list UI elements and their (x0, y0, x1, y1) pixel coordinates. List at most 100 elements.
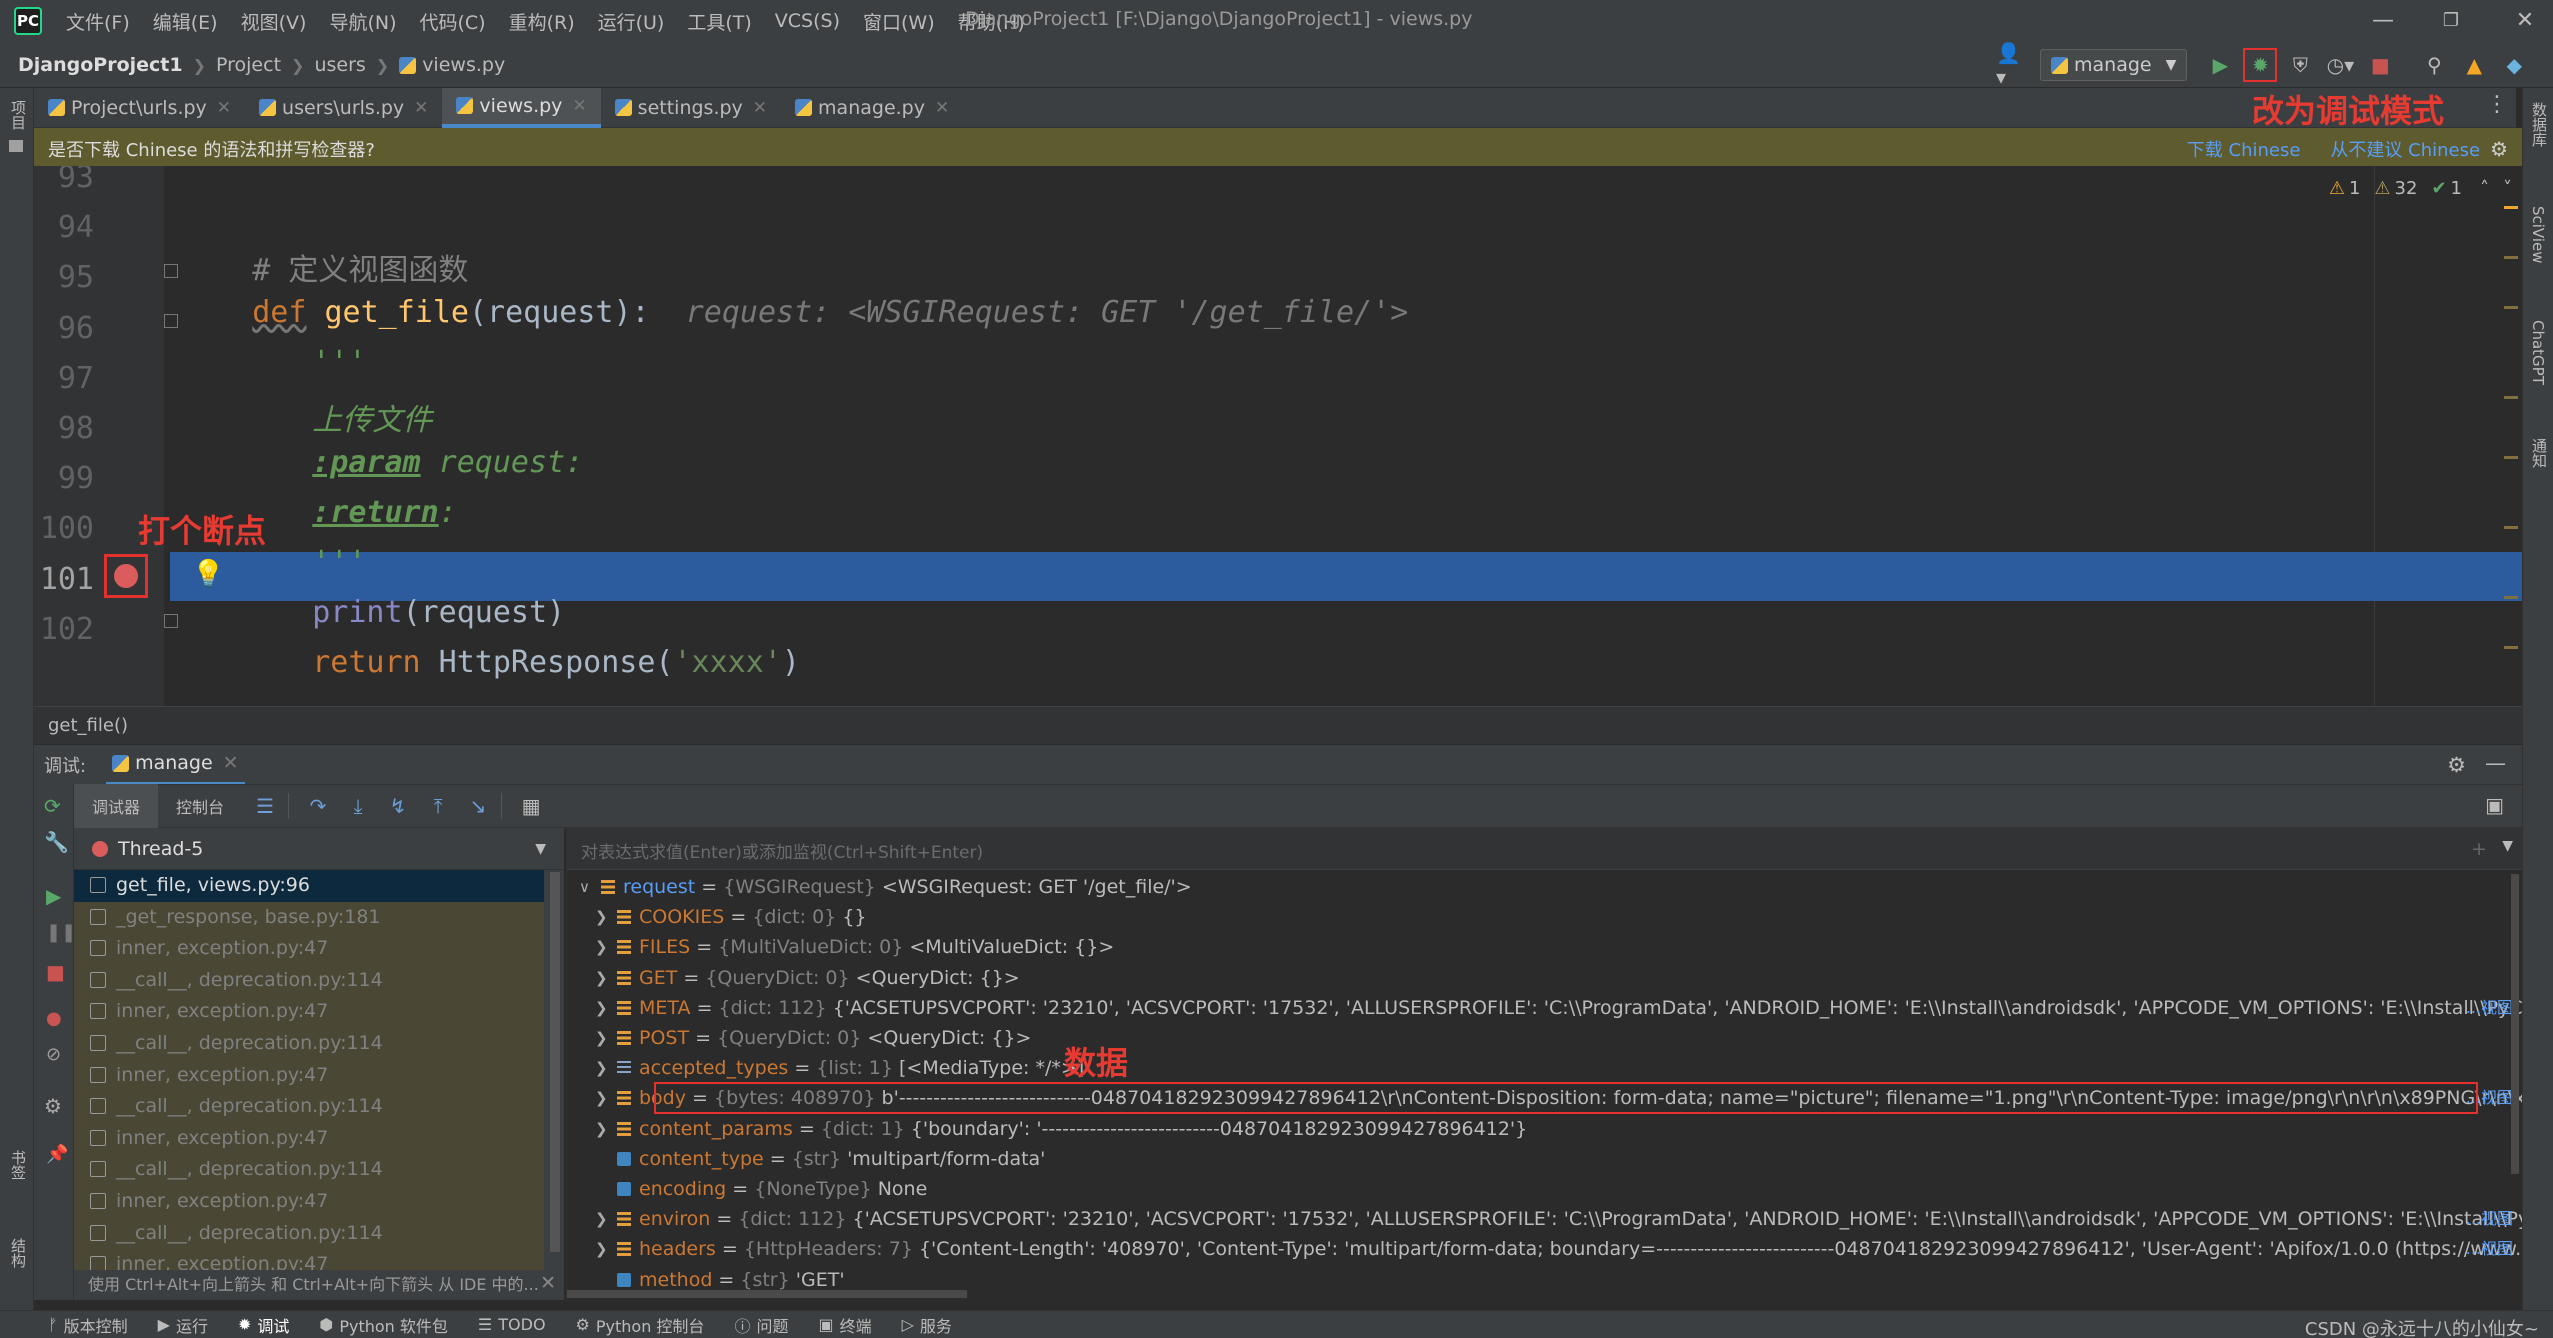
menu-item[interactable]: VCS(S) (775, 10, 840, 32)
variable-row[interactable]: ❯ META = {dict: 112} {'ACSETUPSVCPORT': '… (567, 993, 2522, 1023)
chevron-right-icon[interactable]: ❯ (595, 1204, 608, 1234)
breadcrumb-project[interactable]: DjangoProject1 (18, 54, 183, 76)
menu-item[interactable]: 导航(N) (329, 8, 396, 35)
view-link[interactable]: ...视图 (2466, 1204, 2513, 1234)
editor-tab[interactable]: users\urls.py ✕ (245, 88, 442, 128)
close-tab-icon[interactable]: ✕ (217, 98, 231, 118)
code-editor[interactable]: 93 94 95 96 97 98 99 100 101 102 # 定义视图函数 def get… (34, 166, 2522, 706)
chevron-right-icon[interactable]: ❯ (595, 1234, 608, 1264)
view-link[interactable]: ...视图 (2466, 993, 2513, 1023)
pin-icon[interactable]: 📌 (46, 1144, 68, 1165)
variable-row[interactable]: content_type = {str} 'multipart/form-dat… (567, 1144, 2522, 1174)
inspection-widget[interactable]: ⚠ 1 ⚠ 32 ✔ 1 ˄ ˅ (2329, 178, 2512, 199)
close-tab-icon[interactable]: ✕ (572, 96, 586, 116)
add-watch-icon[interactable]: + (2471, 838, 2487, 860)
close-tab-icon[interactable]: ✕ (935, 98, 949, 118)
close-tab-icon[interactable]: ✕ (753, 98, 767, 118)
variables-scrollbar[interactable] (2511, 874, 2519, 1174)
view-breakpoints-icon[interactable]: ● (46, 1008, 62, 1029)
run-icon[interactable]: ▶ (2203, 48, 2237, 82)
chevron-up-icon[interactable]: ˄ (2480, 178, 2489, 199)
search-icon[interactable]: ⚲ (2417, 48, 2451, 82)
step-into-my-code-icon[interactable]: ↯ (381, 789, 415, 823)
rerun-icon[interactable]: ⟳ (44, 794, 61, 818)
tool-window-chatgpt[interactable]: ChatGPT (2529, 320, 2547, 385)
step-out-icon[interactable]: ⤒ (421, 789, 455, 823)
debug-bug-icon[interactable]: ✹ (2243, 48, 2278, 82)
stack-frame[interactable]: inner, exception.py:47 (74, 933, 544, 965)
tool-window-sciview[interactable]: SciView (2529, 206, 2547, 264)
tool-window-project[interactable]: 项目 (8, 100, 29, 130)
error-stripe[interactable] (2504, 196, 2518, 696)
frames-scrollbar[interactable] (550, 872, 560, 1252)
editor-tab[interactable]: manage.py ✕ (781, 88, 963, 128)
status-tool-1[interactable]: ▶ 运行 (158, 1313, 208, 1337)
status-tool-7[interactable]: ▣ 终端 (818, 1313, 871, 1337)
fold-icon[interactable] (164, 614, 178, 628)
menu-item[interactable]: 重构(R) (509, 8, 575, 35)
breakpoint-icon[interactable] (114, 564, 138, 588)
close-window-icon[interactable]: ✕ (2497, 0, 2553, 42)
step-into-icon[interactable]: ⤓ (341, 789, 375, 823)
variable-row[interactable]: ❯ COOKIES = {dict: 0} {} (567, 902, 2522, 932)
tool-window-database[interactable]: 数据库 (2529, 102, 2550, 147)
stack-frame[interactable]: inner, exception.py:47 (74, 1059, 544, 1092)
stack-frame[interactable]: get_file, views.py:96 (74, 870, 544, 902)
stack-frame[interactable]: inner, exception.py:47 (74, 996, 544, 1028)
menu-item[interactable]: 文件(F) (66, 8, 130, 35)
tab-console[interactable]: 控制台 (158, 784, 242, 828)
restore-icon[interactable]: ❐ (2423, 0, 2479, 42)
stack-frame[interactable]: inner, exception.py:47 (74, 1122, 544, 1155)
layout-icon[interactable]: ▣ (2485, 793, 2504, 817)
chevron-right-icon[interactable]: ❯ (595, 1023, 608, 1053)
update-icon[interactable]: ▲ (2457, 48, 2491, 82)
editor-tab[interactable]: Project\urls.py ✕ (34, 88, 245, 128)
coverage-icon[interactable]: ⛨ (2283, 48, 2317, 82)
menu-item[interactable]: 代码(C) (419, 8, 485, 35)
stack-frame[interactable]: __call__, deprecation.py:114 (74, 1091, 544, 1123)
stack-frame[interactable]: __call__, deprecation.py:114 (74, 1217, 544, 1250)
current-function[interactable]: get_file() (48, 715, 128, 736)
variables-hscrollbar[interactable] (567, 1290, 967, 1298)
status-tool-3[interactable]: ⬢ Python 软件包 (319, 1313, 448, 1337)
fold-icon[interactable] (164, 264, 178, 278)
editor-tab[interactable]: views.py ✕ (442, 87, 601, 128)
variable-row[interactable]: encoding = {NoneType} None (567, 1174, 2522, 1204)
user-account-icon[interactable]: 👤▾ (1996, 41, 2030, 89)
variable-row[interactable]: ❯ content_params = {dict: 1} {'boundary':… (567, 1114, 2522, 1144)
status-tool-4[interactable]: ☰ TODO (478, 1315, 546, 1334)
variable-row[interactable]: ❯ POST = {QueryDict: 0} <QueryDict: {}> (567, 1023, 2522, 1053)
variable-row[interactable]: ❯ accepted_types = {list: 1} [<MediaType:… (567, 1053, 2522, 1083)
minimize-icon[interactable]: — (2355, 0, 2411, 42)
stack-frame[interactable]: __call__, deprecation.py:114 (74, 964, 544, 997)
evaluate-expression-icon[interactable]: ▦ (514, 789, 548, 823)
chevron-right-icon[interactable]: ❯ (595, 902, 608, 932)
menu-item[interactable]: 编辑(E) (153, 8, 218, 35)
wrench-icon[interactable]: 🔧 (44, 830, 69, 854)
gear-icon[interactable]: ⚙ (2490, 137, 2508, 161)
variable-row[interactable]: ❯ GET = {QueryDict: 0} <QueryDict: {}> (567, 963, 2522, 993)
thread-select[interactable]: Thread-5 ▼ (74, 828, 564, 870)
minimize-panel-icon[interactable]: — (2485, 751, 2506, 775)
chevron-right-icon[interactable]: ❯ (595, 932, 608, 962)
step-over-icon[interactable]: ↷ (301, 789, 335, 823)
stop-icon[interactable]: ■ (2363, 48, 2397, 82)
tool-window-structure[interactable]: 结构 (8, 1238, 29, 1268)
editor-tab[interactable]: settings.py ✕ (601, 88, 781, 128)
resume-icon[interactable]: ▶ (46, 884, 61, 908)
stack-frame[interactable]: __call__, deprecation.py:114 (74, 1028, 544, 1060)
mute-breakpoints-icon[interactable]: ⊘ (46, 1044, 61, 1065)
debug-session-tab[interactable]: manage ✕ (106, 745, 245, 785)
lightbulb-icon[interactable]: 💡 (192, 559, 224, 589)
chevron-right-icon[interactable]: ❯ (595, 963, 608, 993)
more-tabs-icon[interactable]: ⋮ (2486, 92, 2508, 117)
chevron-right-icon[interactable]: ❯ (595, 1083, 608, 1113)
close-tip-icon[interactable]: ✕ (540, 1272, 556, 1294)
status-tool-8[interactable]: ▷ 服务 (902, 1313, 952, 1337)
breadcrumb-folder-project[interactable]: Project (216, 54, 281, 76)
menu-item[interactable]: 窗口(W) (863, 8, 935, 35)
chevron-right-icon[interactable]: ❯ (595, 1053, 608, 1083)
pause-icon[interactable]: ❚❚ (46, 922, 76, 943)
chevron-right-icon[interactable]: ❯ (595, 1114, 608, 1144)
download-chinese-link[interactable]: 下载 Chinese (2187, 136, 2301, 162)
